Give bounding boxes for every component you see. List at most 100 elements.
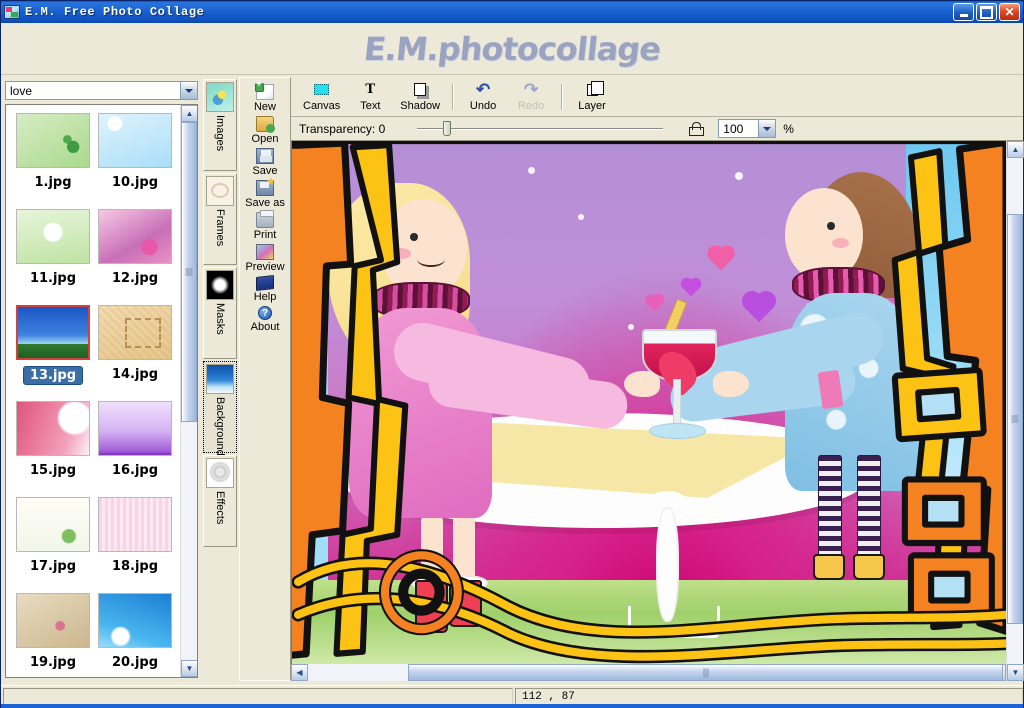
open-button[interactable]: Open xyxy=(239,114,291,146)
thumbnail-item[interactable]: 10.jpg xyxy=(94,113,176,209)
lock-icon[interactable] xyxy=(689,121,705,136)
thumbnail-image[interactable] xyxy=(16,401,90,456)
print-button[interactable]: Print xyxy=(239,210,291,242)
toolbar-separator xyxy=(561,83,563,110)
art-snow-dot xyxy=(577,214,584,221)
scroll-thumb[interactable] xyxy=(408,664,1003,681)
thumbnail-label: 12.jpg xyxy=(111,271,159,286)
thumbnail-item[interactable]: 13.jpg xyxy=(12,305,94,401)
tab-effects[interactable]: Effects xyxy=(203,455,237,547)
thumbnail-item[interactable]: 1.jpg xyxy=(12,113,94,209)
canvas-horizontal-scrollbar[interactable]: ◀ ▶ xyxy=(291,664,1006,681)
text-icon: T xyxy=(365,81,376,97)
work-area: New OpenSave Save as Print Preview Help?About… xyxy=(239,77,1024,681)
thumbnail-image[interactable] xyxy=(16,113,90,168)
chevron-down-icon[interactable] xyxy=(180,82,197,99)
art-left-hand xyxy=(624,371,660,398)
thumbnail-image[interactable] xyxy=(16,305,90,360)
art-glass-stem xyxy=(672,378,682,427)
images-tab-icon xyxy=(206,82,234,112)
thumbnail-image[interactable] xyxy=(16,497,90,552)
canvas-button[interactable]: Canvas xyxy=(297,80,346,113)
thumbnail-image[interactable] xyxy=(98,401,172,456)
effects-tab-icon xyxy=(206,458,234,488)
status-message-cell xyxy=(3,687,513,706)
scroll-track[interactable] xyxy=(308,664,1003,681)
thumbnail-image[interactable] xyxy=(98,497,172,552)
zoom-combo[interactable]: 100 xyxy=(718,119,777,138)
thumbnail-item[interactable]: 20.jpg xyxy=(94,593,176,677)
floppy-disk-icon xyxy=(256,148,274,164)
thumbnail-label: 16.jpg xyxy=(111,463,159,478)
button-label: Canvas xyxy=(303,100,341,112)
thumbnail-image[interactable] xyxy=(16,593,90,648)
slider-thumb[interactable] xyxy=(443,120,452,136)
canvas-vertical-scrollbar[interactable]: ▲ ▼ xyxy=(1006,141,1024,681)
scroll-thumb[interactable] xyxy=(1007,214,1023,624)
tab-masks[interactable]: Masks xyxy=(203,267,237,359)
thumbnail-item[interactable]: 18.jpg xyxy=(94,497,176,593)
thumbnail-image[interactable] xyxy=(98,209,172,264)
scroll-track[interactable] xyxy=(181,122,197,660)
thumbnail-item[interactable]: 16.jpg xyxy=(94,401,176,497)
thumbnail-image[interactable] xyxy=(98,593,172,648)
help-button[interactable]: Help xyxy=(239,274,291,304)
thumbnail-item[interactable]: 14.jpg xyxy=(94,305,176,401)
chevron-down-icon[interactable] xyxy=(758,120,776,137)
canvas-viewport[interactable] xyxy=(291,141,1006,664)
shadow-button[interactable]: Shadow xyxy=(394,80,446,113)
preview-button[interactable]: Preview xyxy=(239,242,291,274)
scroll-down-button[interactable]: ▼ xyxy=(1007,664,1024,681)
thumbnail-image[interactable] xyxy=(16,209,90,264)
text-button[interactable]: T Text xyxy=(346,80,394,113)
thumbnail-label: 11.jpg xyxy=(29,271,77,286)
percent-label: % xyxy=(783,121,794,136)
thumbnail-image[interactable] xyxy=(98,305,172,360)
thumbnail-item[interactable]: 17.jpg xyxy=(12,497,94,593)
new-document-icon xyxy=(255,80,274,100)
new-button[interactable]: New xyxy=(239,80,291,114)
save-as-icon xyxy=(256,177,276,196)
application-window: E.M. Free Photo Collage E.M.photocollage… xyxy=(0,0,1024,708)
tab-frames[interactable]: Frames xyxy=(203,173,237,265)
main-area: love 1.jpg 10.jpg 11.jpg 12.jpg 13.jpg 14.jpg… xyxy=(1,77,1024,681)
app-banner: E.M.photocollage xyxy=(1,23,1023,75)
zoom-value: 100 xyxy=(723,121,744,136)
save-as-button[interactable]: Save as xyxy=(239,177,291,210)
undo-button[interactable]: ↶ Undo xyxy=(459,80,507,113)
thumbnail-list[interactable]: 1.jpg 10.jpg 11.jpg 12.jpg 13.jpg 14.jpg 15.jp… xyxy=(5,104,198,678)
scroll-left-button[interactable]: ◀ xyxy=(291,664,308,681)
maximize-restore-button[interactable] xyxy=(976,3,997,21)
thumbnail-grid: 1.jpg 10.jpg 11.jpg 12.jpg 13.jpg 14.jpg 15.jp… xyxy=(6,105,180,677)
scroll-up-button[interactable]: ▲ xyxy=(181,105,197,122)
art-right-girl-shoe xyxy=(853,554,885,581)
art-right-hand xyxy=(713,371,749,398)
layer-button[interactable]: Layer xyxy=(568,80,616,113)
thumbnail-item[interactable]: 12.jpg xyxy=(94,209,176,305)
thumbnail-image[interactable] xyxy=(98,113,172,168)
thumbnail-vertical-scrollbar[interactable]: ▲ ▼ xyxy=(180,105,197,677)
toolbar-separator xyxy=(452,83,454,110)
scroll-up-button[interactable]: ▲ xyxy=(1007,141,1024,158)
about-button[interactable]: ? About xyxy=(239,304,291,334)
close-button[interactable] xyxy=(999,3,1020,21)
scroll-down-button[interactable]: ▼ xyxy=(181,660,197,677)
minimize-button[interactable] xyxy=(953,3,974,21)
tab-backgrounds[interactable]: Backgrounds xyxy=(203,361,237,461)
undo-icon: ↶ xyxy=(475,80,491,99)
preview-image-icon xyxy=(256,244,274,260)
collage-artwork[interactable] xyxy=(292,141,1006,664)
scroll-track[interactable] xyxy=(1007,158,1023,664)
scroll-thumb[interactable] xyxy=(181,122,197,422)
save-button[interactable]: Save xyxy=(239,146,291,178)
scroll-grip-icon xyxy=(185,268,193,276)
thumbnail-label: 14.jpg xyxy=(111,367,159,382)
thumbnail-item[interactable]: 15.jpg xyxy=(12,401,94,497)
masks-tab-icon xyxy=(206,270,234,300)
tab-images[interactable]: Images xyxy=(203,79,237,171)
about-info-icon: ? xyxy=(258,306,272,320)
transparency-slider[interactable] xyxy=(417,120,664,138)
category-select[interactable]: love xyxy=(5,81,198,100)
thumbnail-item[interactable]: 19.jpg xyxy=(12,593,94,677)
thumbnail-item[interactable]: 11.jpg xyxy=(12,209,94,305)
